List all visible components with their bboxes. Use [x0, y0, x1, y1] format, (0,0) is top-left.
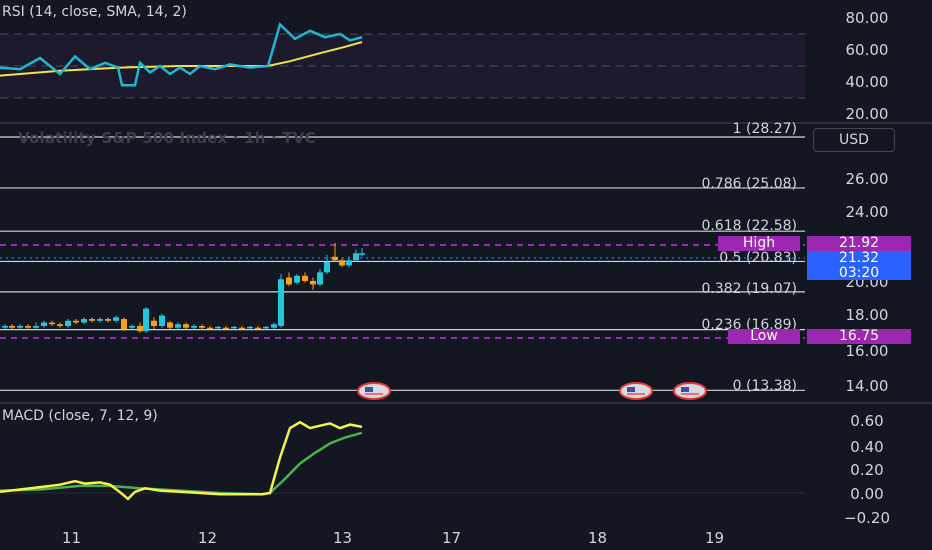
fib-label-05: 0.5 (20.83) [719, 250, 797, 266]
candle-body [231, 326, 237, 329]
fib-label-1: 1 (28.27) [732, 121, 797, 137]
candle-body [97, 319, 103, 321]
candle-body [41, 322, 47, 326]
candle-body [167, 322, 173, 328]
price-tick: 24.00 [845, 203, 889, 221]
candle-body [49, 322, 55, 325]
rsi-title: RSI (14, close, SMA, 14, 2) [2, 4, 187, 20]
us-flag-icon [619, 382, 653, 400]
candle-body [73, 320, 79, 323]
us-flag-icon [627, 387, 635, 392]
price-tick: 18.00 [845, 306, 889, 324]
current-price-tag: 21.32 [807, 251, 911, 266]
candle-body [332, 256, 338, 261]
candle-body [81, 319, 87, 323]
candle-body [113, 317, 119, 321]
date-tick: 13 [333, 529, 353, 547]
date-tick: 19 [705, 529, 725, 547]
candle-body [207, 327, 213, 330]
fib-label-0382: 0.382 (19.07) [701, 281, 797, 297]
candle-body [89, 319, 95, 321]
candle-body [294, 275, 300, 283]
chart-canvas[interactable] [0, 0, 932, 550]
macd-tick: 0.40 [850, 438, 884, 456]
rsi-tick: 40.00 [845, 73, 889, 91]
candle-body [255, 327, 261, 330]
candle-body [310, 280, 316, 285]
candle-body [105, 319, 111, 321]
candle-body [121, 319, 127, 330]
candle-body [175, 324, 181, 328]
low-value-tag: 16.75 [807, 329, 911, 344]
candle-body [353, 253, 359, 261]
symbol-title: Volatility S&P 500 Index · 1h · TVC [18, 129, 316, 147]
candle-body [9, 325, 15, 328]
candle-body [137, 325, 143, 332]
macd-tick: 0.60 [850, 412, 884, 430]
macd-tick: 0.20 [850, 461, 884, 479]
candle-body [199, 325, 205, 328]
candle-body [346, 260, 352, 266]
candle-body [339, 260, 345, 266]
candle-body [57, 324, 63, 326]
macd-tick: 0.00 [850, 485, 884, 503]
candle-body [263, 326, 269, 329]
candle-body [17, 325, 23, 328]
candle-body [278, 279, 284, 326]
rsi-tick: 60.00 [845, 41, 889, 59]
price-tick: 26.00 [845, 170, 889, 188]
us-flag-icon [365, 387, 373, 392]
high-value-tag: 21.92 [807, 236, 911, 251]
candle-body [129, 325, 135, 328]
fib-label-0: 0 (13.38) [732, 378, 797, 394]
candle-body [151, 320, 157, 326]
us-flag-icon [357, 382, 391, 400]
rsi-tick: 80.00 [845, 9, 889, 27]
price-tick: 16.00 [845, 342, 889, 360]
high-label-tag: High [718, 236, 800, 251]
us-flag-icon [681, 387, 689, 392]
price-tick: 14.00 [845, 377, 889, 395]
candle-body [65, 320, 71, 326]
currency-button[interactable]: USD [813, 128, 895, 152]
date-tick: 18 [588, 529, 608, 547]
countdown-tag: 03:20 [807, 266, 911, 281]
candle-body [215, 326, 221, 329]
candle-body [33, 325, 39, 328]
us-flag-icon [673, 382, 707, 400]
candle-body [191, 325, 197, 328]
candle-body [271, 324, 277, 328]
candle-body [286, 277, 292, 285]
candle-body [2, 325, 8, 328]
date-tick: 11 [62, 529, 82, 547]
date-tick: 17 [442, 529, 462, 547]
fib-label-0618: 0.618 (22.58) [701, 218, 797, 234]
candle-body [183, 324, 189, 328]
macd-tick: −0.20 [844, 509, 890, 527]
macd-title: MACD (close, 7, 12, 9) [2, 408, 158, 424]
candle-body [223, 327, 229, 330]
candle-body [317, 272, 323, 285]
candle-body [359, 253, 365, 255]
candle-body [239, 327, 245, 330]
candle-body [324, 261, 330, 273]
rsi-band [0, 34, 805, 98]
date-tick: 12 [198, 529, 218, 547]
candle-body [302, 275, 308, 281]
rsi-tick: 20.00 [845, 105, 889, 123]
candle-body [25, 325, 31, 328]
low-label-tag: Low [728, 329, 800, 344]
candle-body [247, 326, 253, 329]
candle-body [159, 315, 165, 326]
candle-body [143, 308, 149, 332]
fib-label-0786: 0.786 (25.08) [701, 176, 797, 192]
